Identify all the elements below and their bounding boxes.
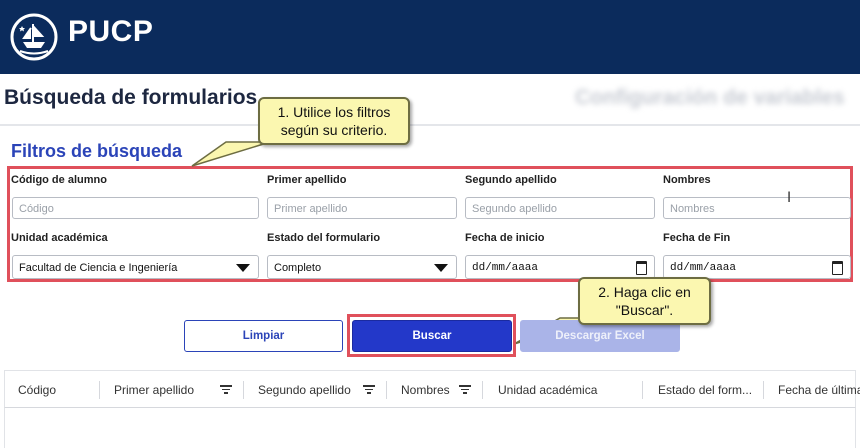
primer-apellido-label: Primer apellido [267, 174, 347, 186]
unidad-select[interactable]: Facultad de Ciencia e Ingeniería [12, 255, 259, 279]
text-cursor-icon: I [787, 190, 792, 206]
calendar-icon[interactable] [636, 261, 647, 275]
column-header-segundo-apellido[interactable]: Segundo apellido [258, 383, 351, 397]
callout-step-1-line1: 1. Utilice los filtros [277, 104, 391, 120]
column-divider [482, 381, 483, 399]
pucp-logo-emblem [10, 13, 58, 61]
chevron-down-icon [434, 264, 448, 272]
filters-section-title: Filtros de búsqueda [11, 141, 183, 161]
fecha-fin-label: Fecha de Fin [663, 232, 731, 244]
callout-step-2: 2. Haga clic en "Buscar". [578, 277, 711, 325]
column-header-primer-apellido[interactable]: Primer apellido [114, 383, 194, 397]
column-divider [243, 381, 244, 399]
callout-step-2-line1: 2. Haga clic en [598, 284, 691, 300]
primer-apellido-input[interactable]: Primer apellido [267, 197, 457, 219]
column-header-estado[interactable]: Estado del form... [658, 383, 752, 397]
fecha-inicio-label: Fecha de inicio [465, 232, 545, 244]
clear-button[interactable]: Limpiar [184, 320, 343, 352]
results-table-header: Código Primer apellido Segundo apellido … [4, 370, 860, 408]
fecha-inicio-input[interactable]: dd/mm/aaaa [465, 255, 655, 279]
search-button[interactable]: Buscar [352, 320, 512, 352]
unidad-label: Unidad académica [11, 232, 108, 244]
column-header-unidad-academica[interactable]: Unidad académica [498, 383, 597, 397]
segundo-apellido-input[interactable]: Segundo apellido [465, 197, 655, 219]
callout-step-1: 1. Utilice los filtros según su criterio… [258, 97, 410, 145]
nombres-label: Nombres [663, 174, 711, 186]
calendar-icon[interactable] [832, 261, 843, 275]
fecha-inicio-value: dd/mm/aaaa [472, 262, 539, 274]
estado-select-value: Completo [274, 262, 322, 274]
top-bar: PUCP [0, 0, 860, 74]
nombres-input[interactable]: Nombres [663, 197, 851, 219]
estado-label: Estado del formulario [267, 232, 381, 244]
codigo-label: Código de alumno [11, 174, 107, 186]
column-divider [642, 381, 643, 399]
callout-step-2-line2: "Buscar". [615, 302, 674, 318]
column-divider [763, 381, 764, 399]
results-table-body [4, 408, 856, 448]
chevron-down-icon [236, 264, 250, 272]
codigo-input[interactable]: Código [12, 197, 259, 219]
estado-select[interactable]: Completo [267, 255, 457, 279]
unidad-select-value: Facultad de Ciencia e Ingeniería [19, 262, 178, 274]
filter-icon[interactable] [220, 385, 232, 395]
column-header-fecha-ultima[interactable]: Fecha de última [778, 383, 860, 397]
column-divider [99, 381, 100, 399]
brand-name: PUCP [68, 15, 154, 48]
filter-icon[interactable] [363, 385, 375, 395]
fecha-fin-input[interactable]: dd/mm/aaaa [663, 255, 851, 279]
callout-step-1-line2: según su criterio. [280, 122, 388, 138]
fecha-fin-value: dd/mm/aaaa [670, 262, 737, 274]
filter-icon[interactable] [459, 385, 471, 395]
column-header-codigo[interactable]: Código [18, 383, 56, 397]
blurred-heading: Configuración de variables [575, 86, 845, 109]
column-divider [386, 381, 387, 399]
column-header-nombres[interactable]: Nombres [401, 383, 450, 397]
page-title: Búsqueda de formularios [4, 86, 258, 109]
segundo-apellido-label: Segundo apellido [465, 174, 557, 186]
